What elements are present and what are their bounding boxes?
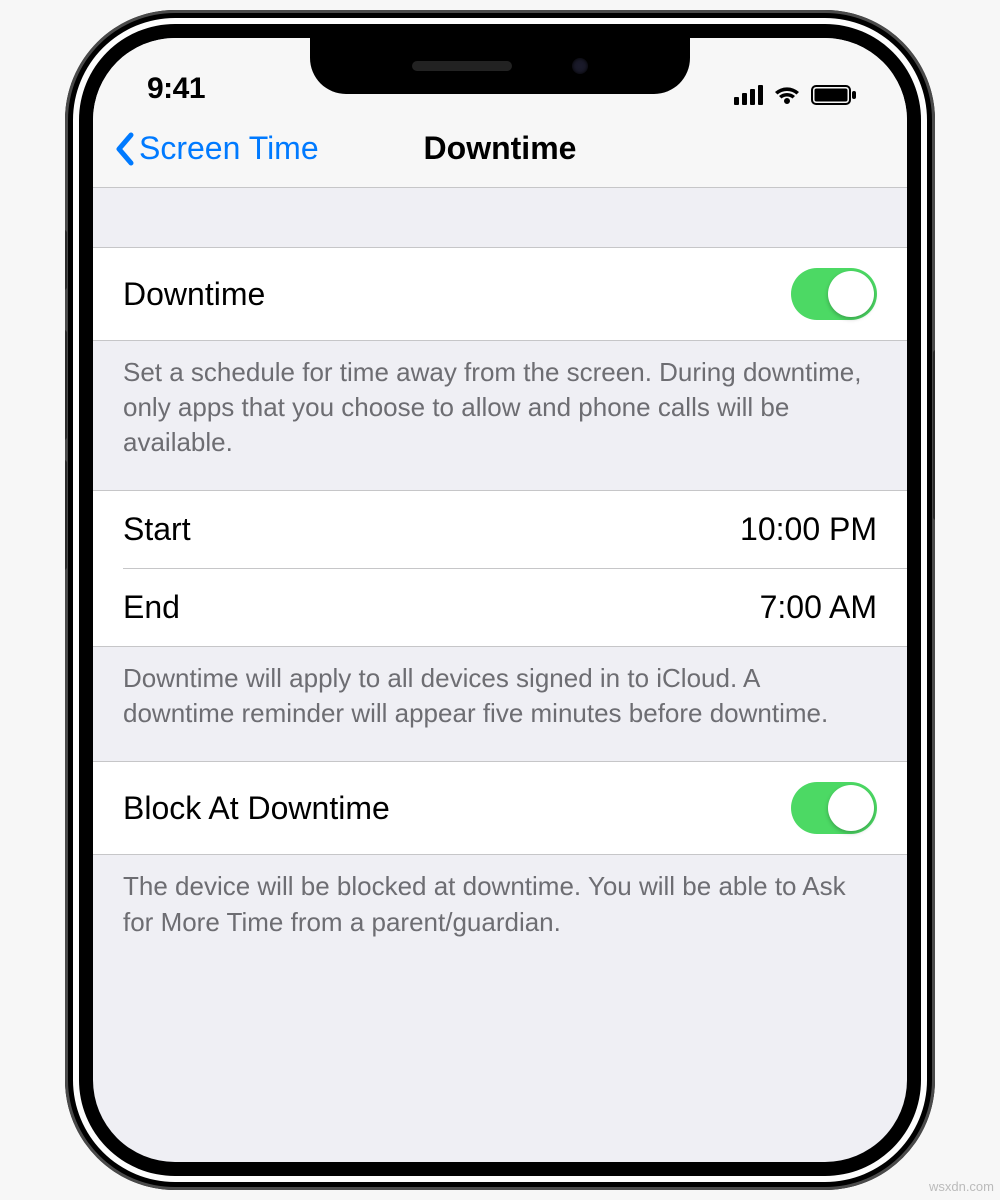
ringer-switch [65, 230, 67, 290]
screen: 9:41 [93, 38, 907, 1162]
schedule-description: Downtime will apply to all devices signe… [93, 647, 907, 762]
front-camera [572, 58, 588, 74]
block-description: The device will be blocked at downtime. … [93, 855, 907, 969]
start-label: Start [123, 511, 191, 548]
back-button[interactable]: Screen Time [113, 130, 319, 167]
end-label: End [123, 589, 180, 626]
downtime-toggle[interactable] [791, 268, 877, 320]
section-gap [93, 188, 907, 248]
block-label: Block At Downtime [123, 790, 390, 827]
start-value: 10:00 PM [740, 511, 877, 548]
volume-up-button [65, 330, 67, 440]
phone-frame: 9:41 [65, 10, 935, 1190]
watermark: wsxdn.com [929, 1179, 994, 1194]
schedule-group: Start 10:00 PM End 7:00 AM [93, 491, 907, 647]
cellular-signal-icon [734, 85, 763, 105]
downtime-description: Set a schedule for time away from the sc… [93, 341, 907, 491]
status-time: 9:41 [147, 72, 205, 106]
end-row[interactable]: End 7:00 AM [123, 568, 907, 646]
side-button [933, 350, 935, 520]
page-title: Downtime [424, 130, 577, 167]
notch [310, 38, 690, 94]
end-value: 7:00 AM [760, 589, 877, 626]
chevron-left-icon [113, 131, 137, 167]
block-toggle[interactable] [791, 782, 877, 834]
block-row: Block At Downtime [93, 762, 907, 855]
downtime-label: Downtime [123, 276, 265, 313]
wifi-icon [773, 84, 801, 106]
downtime-row: Downtime [93, 248, 907, 341]
battery-icon [811, 84, 857, 106]
status-icons [734, 84, 857, 106]
speaker-grille [412, 61, 512, 71]
nav-bar: Screen Time Downtime [93, 110, 907, 188]
volume-down-button [65, 460, 67, 570]
start-row[interactable]: Start 10:00 PM [123, 491, 907, 568]
back-label: Screen Time [139, 130, 319, 167]
